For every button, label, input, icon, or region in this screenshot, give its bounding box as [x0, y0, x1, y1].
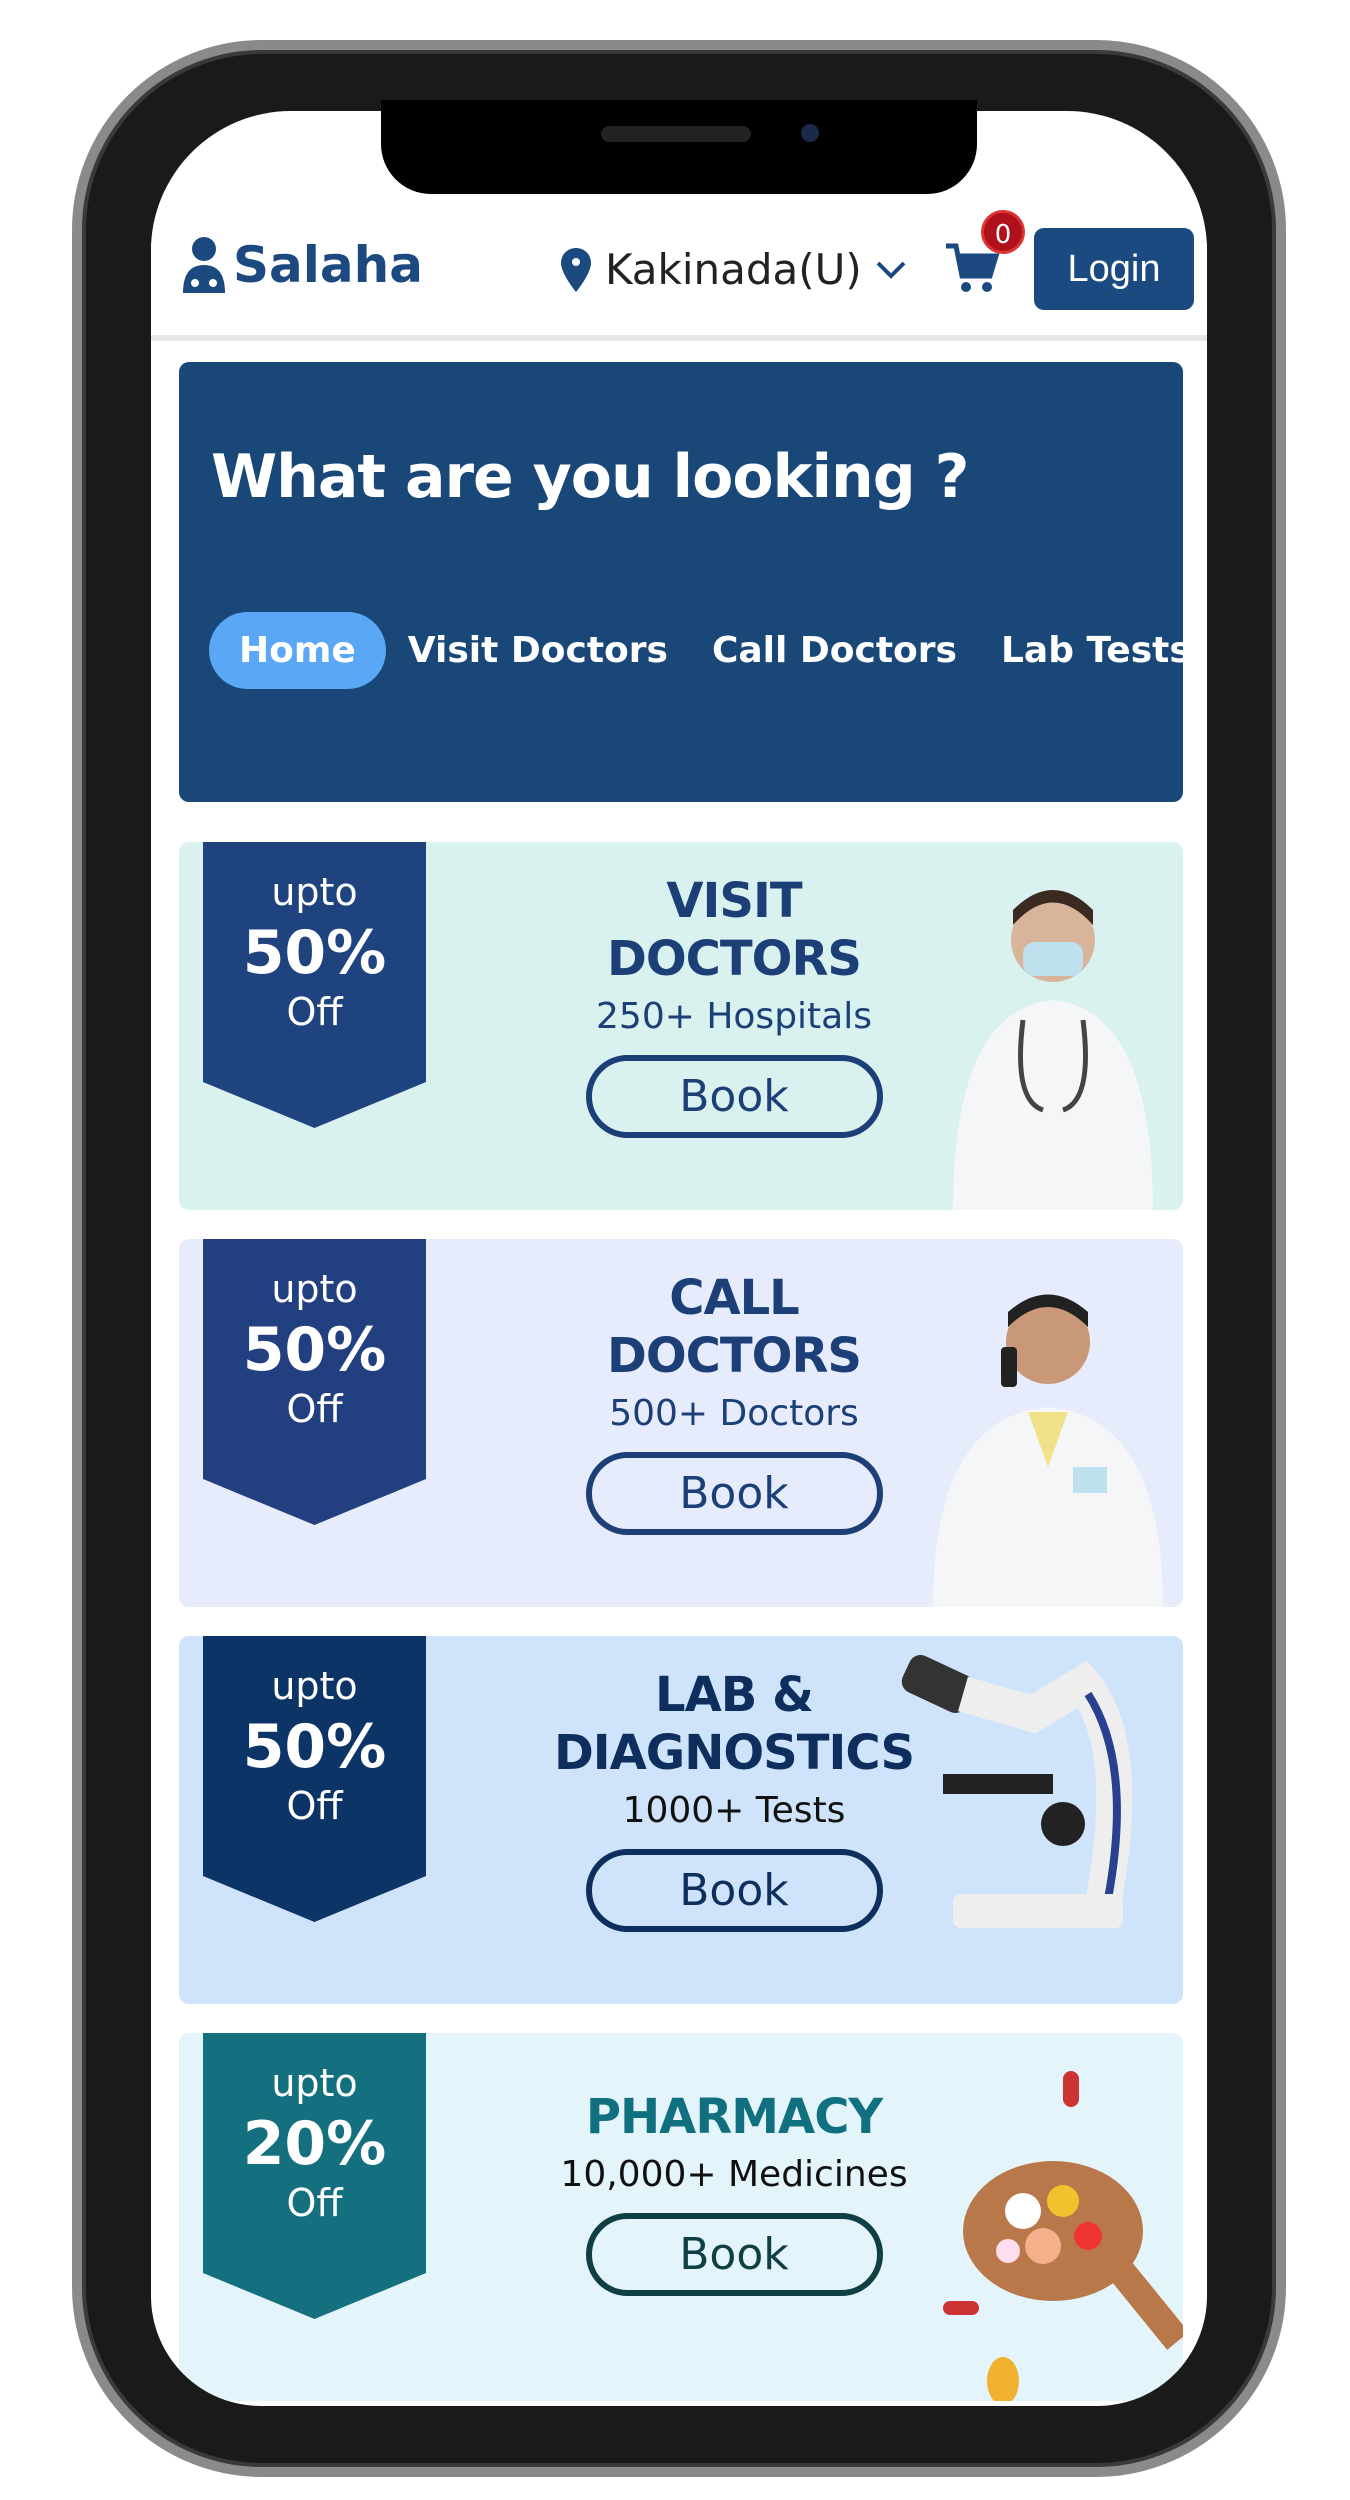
- location-selector[interactable]: Kakinada(U): [561, 245, 906, 294]
- doctor-on-phone-image: [933, 1294, 1163, 1607]
- doctor-image: [953, 890, 1153, 1210]
- book-button[interactable]: Book: [585, 1849, 883, 1932]
- ribbon-off: Off: [286, 2181, 343, 2225]
- discount-ribbon: upto 20% Off: [203, 2033, 426, 2319]
- chevron-down-icon: [876, 261, 906, 279]
- microscope-image: [901, 1655, 1133, 1928]
- tab-call-doctors[interactable]: Call Doctors: [690, 612, 979, 689]
- book-button[interactable]: Book: [585, 1452, 883, 1535]
- ribbon-discount: 50%: [242, 1315, 387, 1385]
- cart-count-badge: 0: [981, 210, 1025, 254]
- category-tabs: Home Visit Doctors Call Doctors Lab Test…: [209, 612, 1207, 689]
- book-button[interactable]: Book: [585, 1055, 883, 1138]
- discount-ribbon: upto 50% Off: [203, 1239, 426, 1525]
- hero-title: What are you looking ?: [211, 442, 969, 512]
- card-title-line1: VISIT: [666, 873, 802, 929]
- location-name: Kakinada(U): [605, 245, 862, 294]
- ribbon-off: Off: [286, 1387, 343, 1431]
- ribbon-discount: 50%: [242, 918, 387, 988]
- ribbon-off: Off: [286, 990, 343, 1034]
- search-hero: What are you looking ? Home Visit Doctor…: [179, 362, 1191, 802]
- discount-ribbon: upto 50% Off: [203, 842, 426, 1128]
- tab-lab-tests[interactable]: Lab Tests: [979, 612, 1207, 689]
- login-button[interactable]: Login: [1034, 228, 1194, 310]
- card-pharmacy[interactable]: upto 20% Off PHARMACY 10,000+ Medicines Book: [179, 2033, 1183, 2401]
- card-visit-doctors[interactable]: upto 50% Off VISIT DOCTORS 250+ Hospitals Boo…: [179, 842, 1183, 1210]
- brand-logo[interactable]: Salaha: [181, 235, 423, 295]
- book-button[interactable]: Book: [585, 2213, 883, 2296]
- card-subtitle: 250+ Hospitals: [596, 996, 872, 1037]
- ribbon-upto: upto: [271, 1267, 358, 1311]
- tab-home[interactable]: Home: [209, 612, 386, 689]
- ribbon-upto: upto: [271, 1664, 358, 1708]
- tab-visit-doctors[interactable]: Visit Doctors: [386, 612, 690, 689]
- card-lab-diagnostics[interactable]: upto 50% Off LAB & DIAGNOSTICS 1000+ Tests Bo…: [179, 1636, 1183, 2004]
- brand-name: Salaha: [233, 236, 423, 294]
- medicine-pills-image: [943, 2071, 1183, 2401]
- ribbon-off: Off: [286, 1784, 343, 1828]
- ribbon-discount: 50%: [242, 1712, 387, 1782]
- card-title-line2: DOCTORS: [607, 931, 862, 987]
- card-call-doctors[interactable]: upto 50% Off CALL DOCTORS 500+ Doctors Book: [179, 1239, 1183, 1607]
- ribbon-upto: upto: [271, 870, 358, 914]
- phone-notch: [381, 100, 977, 194]
- location-pin-icon: [561, 247, 591, 292]
- top-header: Salaha Kakinada(U) 0 Login: [151, 190, 1207, 341]
- discount-ribbon: upto 50% Off: [203, 1636, 426, 1922]
- app-screen: Salaha Kakinada(U) 0 Login What are you …: [151, 111, 1207, 2406]
- ribbon-upto: upto: [271, 2061, 358, 2105]
- ribbon-discount: 20%: [242, 2109, 387, 2179]
- doctor-logo-icon: [183, 237, 225, 293]
